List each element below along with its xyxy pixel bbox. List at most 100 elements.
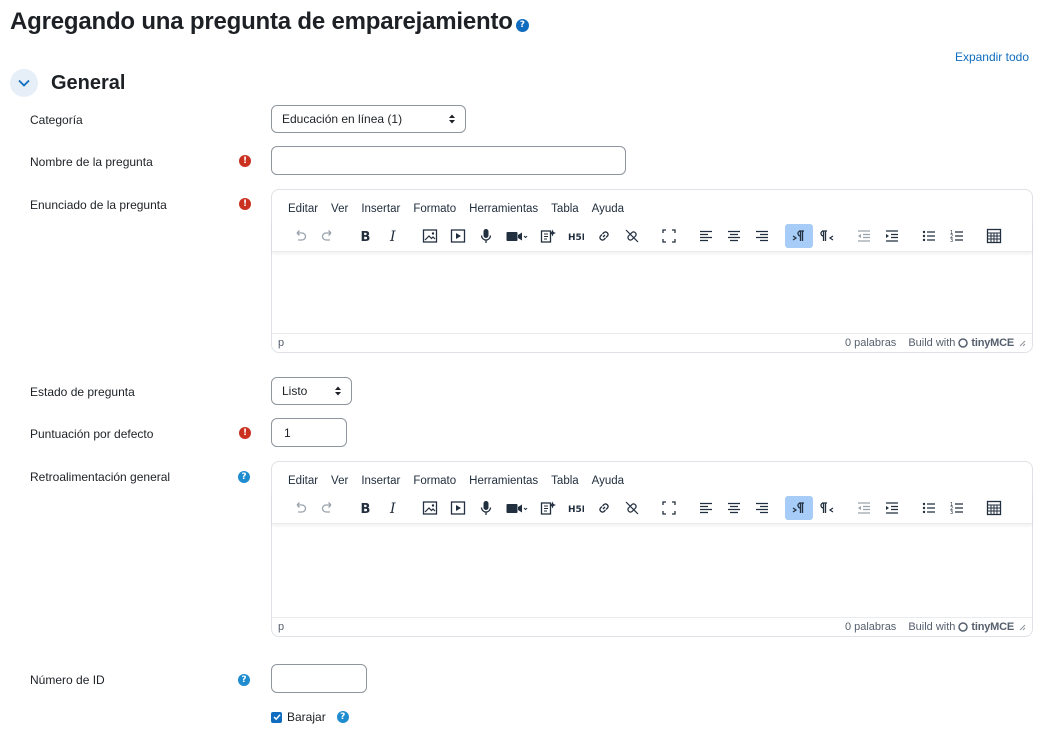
help-icon[interactable]: ? [336,711,349,723]
menu-tabla[interactable]: Tabla [551,203,579,220]
menu-formato[interactable]: Formato [413,475,456,492]
question-status-select[interactable]: Listo [271,377,352,405]
redo-button[interactable] [314,496,342,520]
shuffle-checkbox[interactable] [271,711,282,723]
tinymce-branding[interactable]: Build with tinyMCE [908,621,1014,633]
resize-handle-icon[interactable] [1018,339,1026,347]
outdent-button[interactable] [850,224,878,248]
align-right-button[interactable] [748,496,776,520]
element-path[interactable]: p [278,621,845,633]
italic-icon: I [389,501,396,516]
tinymce-branding[interactable]: Build with tinyMCE [908,337,1014,349]
ltr-button[interactable] [785,495,813,520]
media-button[interactable] [444,224,472,248]
collapse-section-button[interactable] [10,69,38,97]
indent-button[interactable] [878,496,906,520]
bullet-list-icon [922,230,935,241]
shuffle-label[interactable]: Barajar [287,710,326,724]
element-path[interactable]: p [278,337,845,349]
ltr-button[interactable] [785,223,813,248]
numbered-list-icon: 123 [950,502,963,516]
question-name-input[interactable] [271,146,626,175]
menu-herramientas[interactable]: Herramientas [469,475,538,492]
fullscreen-button[interactable] [655,224,683,248]
outdent-button[interactable] [850,496,878,520]
menu-insertar[interactable]: Insertar [361,203,400,220]
align-left-button[interactable] [692,224,720,248]
screen-record-button[interactable] [534,496,562,520]
word-count[interactable]: 0 palabras [845,337,896,349]
general-feedback-edit-area[interactable] [272,524,1032,617]
align-left-button[interactable] [692,496,720,520]
bullet-list-button[interactable] [915,224,943,248]
help-icon[interactable]: ? [238,674,250,686]
align-center-button[interactable] [720,496,748,520]
align-center-button[interactable] [720,224,748,248]
screen-record-icon [540,501,556,515]
fullscreen-button[interactable] [655,496,683,520]
question-text-label: Enunciado de la pregunta [30,198,167,212]
question-name-label: Nombre de la pregunta [30,155,153,169]
menu-formato[interactable]: Formato [413,203,456,220]
link-button[interactable] [590,224,618,248]
id-number-label: Número de ID [30,673,105,687]
record-video-button[interactable] [500,496,534,520]
numbered-list-button[interactable]: 123 [943,224,971,248]
image-button[interactable] [416,224,444,248]
rtl-button[interactable] [813,224,841,248]
resize-handle-icon[interactable] [1018,623,1026,631]
word-count[interactable]: 0 palabras [845,621,896,633]
menu-tabla[interactable]: Tabla [551,475,579,492]
menu-herramientas[interactable]: Herramientas [469,203,538,220]
id-number-input[interactable] [271,664,367,693]
h5p-button[interactable]: H5P [562,496,590,520]
bold-button[interactable]: B [351,496,379,520]
image-button[interactable] [416,496,444,520]
left-to-right-icon [792,501,804,513]
redo-button[interactable] [314,224,342,248]
menu-ver[interactable]: Ver [331,475,348,492]
media-button[interactable] [444,496,472,520]
required-icon: ! [239,155,251,167]
select-arrows-icon [449,114,455,124]
help-icon[interactable]: ? [515,18,529,32]
italic-icon: I [389,229,396,244]
menu-ayuda[interactable]: Ayuda [592,203,624,220]
unlink-button[interactable] [618,496,646,520]
image-icon [422,228,438,243]
menu-ayuda[interactable]: Ayuda [592,475,624,492]
italic-button[interactable]: I [379,496,407,520]
undo-button[interactable] [286,496,314,520]
numbered-list-button[interactable]: 123 [943,496,971,520]
equation-button[interactable] [980,496,1008,520]
undo-button[interactable] [286,224,314,248]
expand-all-link[interactable]: Expandir todo [955,50,1029,64]
rtl-button[interactable] [813,496,841,520]
h5p-button[interactable]: H5P [562,224,590,248]
category-select[interactable]: Educación en línea (1) [271,105,466,133]
screen-record-button[interactable] [534,224,562,248]
question-status-label: Estado de pregunta [30,385,135,399]
align-right-button[interactable] [748,224,776,248]
equation-button[interactable] [980,224,1008,248]
indent-button[interactable] [878,224,906,248]
unlink-button[interactable] [618,224,646,248]
svg-text:B: B [361,502,371,516]
bold-button[interactable]: B [351,224,379,248]
help-icon[interactable]: ? [238,471,250,483]
h5p-icon: H5P [568,233,584,243]
align-center-icon [728,230,740,241]
menu-ver[interactable]: Ver [331,203,348,220]
record-audio-button[interactable] [472,224,500,248]
default-mark-input[interactable]: 1 [271,418,347,447]
question-text-edit-area[interactable] [272,252,1032,333]
bullet-list-button[interactable] [915,496,943,520]
menu-insertar[interactable]: Insertar [361,475,400,492]
record-audio-button[interactable] [472,496,500,520]
record-video-button[interactable] [500,224,534,248]
italic-button[interactable]: I [379,224,407,248]
svg-text:B: B [361,230,371,244]
link-button[interactable] [590,496,618,520]
menu-editar[interactable]: Editar [288,475,318,492]
menu-editar[interactable]: Editar [288,203,318,220]
